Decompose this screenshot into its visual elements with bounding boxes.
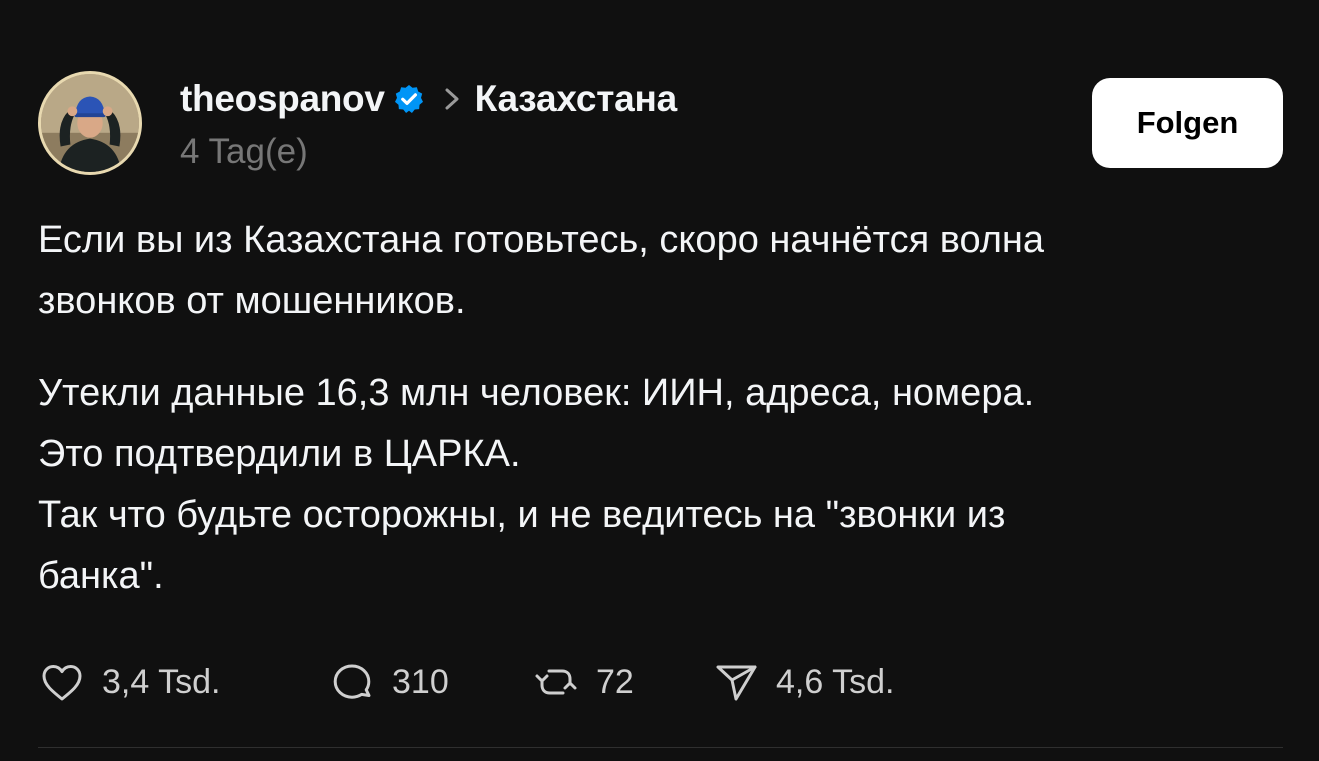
repost-button[interactable]: 72 [532,652,634,712]
post-divider [38,747,1283,748]
reply-count: 310 [392,662,449,701]
share-button[interactable]: 4,6 Tsd. [712,652,894,712]
reply-button[interactable]: 310 [328,652,449,712]
post-text-line: банка". [38,555,164,597]
send-icon [712,658,760,706]
post-paragraph: Утекли данные 16,3 млн человек: ИИН, адр… [38,363,1283,607]
post-timestamp: 4 Tag(e) [180,132,308,171]
post-text-line: Это подтвердили в ЦАРКА. [38,433,521,475]
like-button[interactable]: 3,4 Tsd. [38,652,220,712]
chevron-right-icon [441,84,463,114]
avatar[interactable] [38,71,142,175]
avatar-image [41,74,139,172]
repost-icon [532,658,580,706]
heart-icon [38,658,86,706]
comment-bubble-icon [328,658,376,706]
repost-count: 72 [596,662,634,701]
post-actions: 3,4 Tsd. 310 72 4,6 Tsd. [38,652,1283,712]
post-header: theospanov Казахстана [180,74,677,124]
post-text-line: Утекли данные 16,3 млн человек: ИИН, адр… [38,372,1035,414]
post-text-line: звонков от мошенников. [38,280,466,322]
topic-tag-link[interactable]: Казахстана [475,78,678,120]
post-text-line: Так что будьте осторожны, и не ведитесь … [38,494,1006,536]
verified-badge-icon [393,83,425,115]
thread-post: theospanov Казахстана 4 Tag(e) Folgen Ес… [0,0,1319,761]
username-link[interactable]: theospanov [180,78,385,120]
post-paragraph: Если вы из Казахстана готовьтесь, скоро … [38,210,1283,332]
post-text-line: Если вы из Казахстана готовьтесь, скоро … [38,219,1045,261]
follow-button[interactable]: Folgen [1092,78,1283,168]
share-count: 4,6 Tsd. [776,662,895,701]
post-body: Если вы из Казахстана готовьтесь, скоро … [38,210,1283,607]
like-count: 3,4 Tsd. [102,662,221,701]
